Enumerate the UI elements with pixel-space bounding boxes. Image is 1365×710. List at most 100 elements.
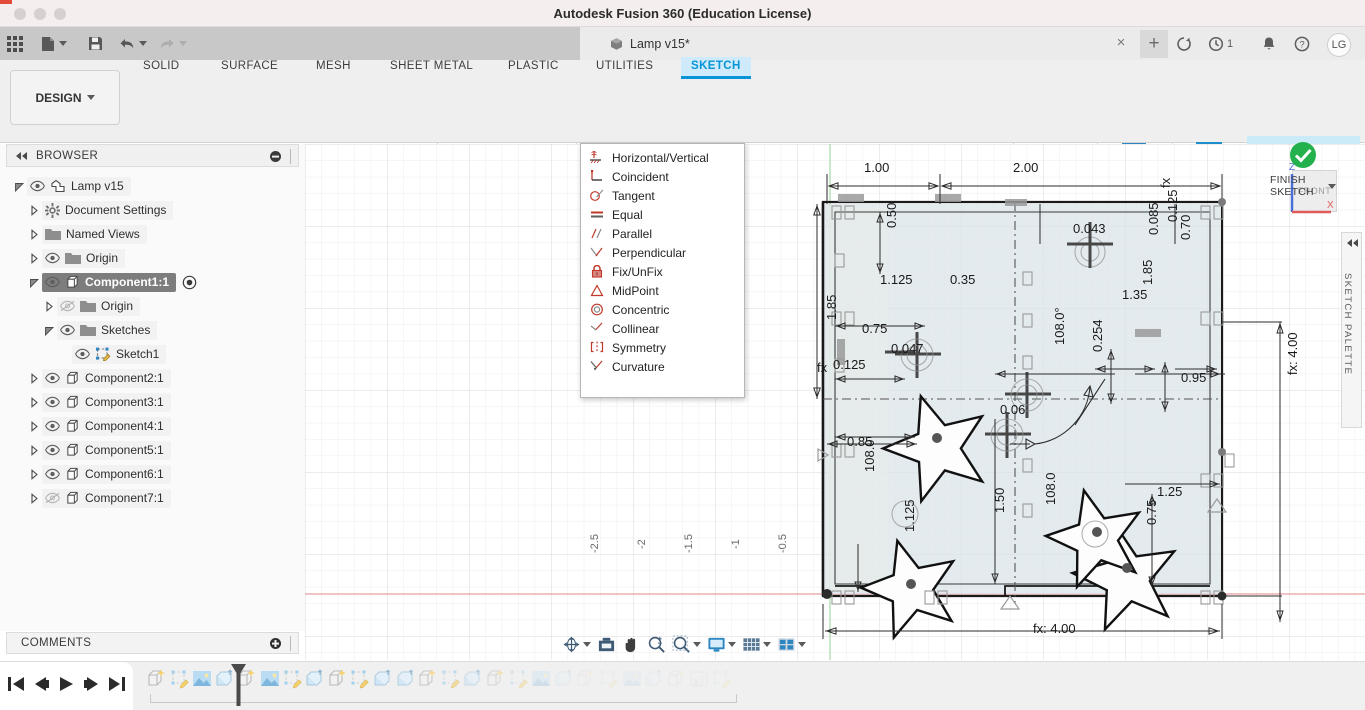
dimension-value[interactable]: 2.00 — [1013, 160, 1038, 175]
timeline-feature-extrude[interactable] — [304, 668, 328, 692]
constraints-dropdown-menu[interactable]: Horizontal/Vertical Coincident Tangent Equa… — [580, 143, 745, 398]
browser-item-component7-1[interactable]: Component7:1 — [0, 486, 305, 510]
comments-resize-handle[interactable] — [290, 636, 291, 651]
visibility-eye-icon[interactable] — [45, 276, 60, 288]
menu-item-curvature[interactable]: Curvature — [581, 357, 744, 376]
collapse-arrow-icon[interactable] — [29, 277, 42, 288]
activate-component-icon[interactable] — [182, 275, 197, 290]
comments-panel[interactable]: COMMENTS — [6, 632, 299, 654]
menu-item-symmetry[interactable]: Symmetry — [581, 338, 744, 357]
visibility-eye-icon[interactable] — [75, 348, 90, 360]
browser-item-hitbox[interactable]: Component2:1 — [42, 368, 171, 388]
timeline-feature-canvas-image[interactable] — [191, 668, 215, 692]
timeline-feature-sketch-edit[interactable] — [440, 668, 464, 692]
dimension-value[interactable]: 0.043 — [1073, 221, 1106, 236]
browser-item-component1-1[interactable]: Component1:1 — [0, 270, 305, 294]
help-icon[interactable]: ? — [1294, 33, 1310, 55]
browser-item-named-views[interactable]: Named Views — [0, 222, 305, 246]
timeline-feature-extrude[interactable] — [553, 668, 577, 692]
dimension-value[interactable]: 108.0° — [1052, 307, 1067, 345]
dimension-value[interactable]: 108.0 — [862, 439, 877, 472]
browser-item-component6-1[interactable]: Component6:1 — [0, 462, 305, 486]
browser-item-sketches[interactable]: Sketches — [0, 318, 305, 342]
dimension-value[interactable]: 1.35 — [1122, 287, 1147, 302]
browser-item-hitbox[interactable]: Component1:1 — [42, 272, 176, 292]
dimension-value[interactable]: 0.125 — [833, 357, 866, 372]
timeline-feature-sketch-edit[interactable] — [169, 668, 193, 692]
timeline-feature-sketch-edit[interactable] — [598, 668, 622, 692]
expand-arrow-icon[interactable] — [29, 252, 42, 264]
timeline-feature-extrude[interactable] — [372, 668, 396, 692]
visibility-eye-icon[interactable] — [45, 396, 60, 408]
expand-arrow-icon[interactable] — [29, 444, 42, 456]
dimension-value[interactable]: fx — [817, 360, 827, 375]
finish-sketch-button[interactable]: FINISH SKETCH — [1270, 140, 1336, 198]
browser-resize-handle[interactable] — [290, 149, 291, 164]
dimension-value[interactable]: 1.125 — [880, 272, 913, 287]
notification-icon[interactable] — [1262, 33, 1276, 55]
browser-item-origin[interactable]: Origin — [0, 246, 305, 270]
browser-item-hitbox[interactable]: Component6:1 — [42, 464, 171, 484]
sketch-canvas[interactable]: -2.5 -2 -1.5 -1 -0.5 — [305, 144, 1365, 660]
jump-start-icon[interactable] — [8, 676, 25, 697]
display-settings-icon[interactable] — [705, 634, 738, 656]
menu-item-equal[interactable]: Equal — [581, 205, 744, 224]
tab-surface[interactable]: SURFACE — [221, 60, 278, 82]
tab-mesh[interactable]: MESH — [316, 60, 351, 82]
visibility-eye-icon[interactable] — [45, 372, 60, 384]
browser-item-hitbox[interactable]: Component4:1 — [42, 416, 171, 436]
grid-snaps-icon[interactable] — [740, 634, 773, 656]
menu-item-horizontal-vertical[interactable]: Horizontal/Vertical — [581, 148, 744, 167]
browser-item-component5-1[interactable]: Component5:1 — [0, 438, 305, 462]
dimension-value[interactable]: 1.25 — [1157, 484, 1182, 499]
undo-icon[interactable] — [116, 31, 150, 56]
tab-solid[interactable]: SOLID — [143, 60, 180, 82]
timeline-feature-component[interactable] — [417, 668, 441, 692]
browser-item-hitbox[interactable]: Origin — [57, 296, 141, 316]
workspace-selector[interactable]: DESIGN — [10, 70, 120, 125]
timeline-feature-canvas-image[interactable] — [259, 668, 283, 692]
timeline-feature-extrude[interactable] — [395, 668, 419, 692]
browser-item-hitbox[interactable]: Component5:1 — [42, 440, 171, 460]
step-back-icon[interactable] — [33, 676, 50, 697]
timeline-feature-component[interactable] — [146, 668, 170, 692]
dimension-value[interactable]: 0.75 — [1144, 500, 1159, 525]
collapse-arrow-icon[interactable] — [14, 181, 27, 192]
browser-item-hitbox[interactable]: Origin — [42, 248, 126, 268]
expand-arrow-icon[interactable] — [29, 228, 42, 240]
dimension-value[interactable]: 0.75 — [862, 321, 887, 336]
visibility-eye-off-icon[interactable] — [45, 492, 60, 504]
timeline-feature-joint[interactable] — [688, 668, 712, 692]
visibility-eye-icon[interactable] — [60, 324, 75, 336]
dimension-value[interactable]: 1.125 — [902, 499, 917, 532]
dimension-value[interactable]: 0.70 — [1178, 215, 1193, 240]
play-icon[interactable] — [58, 676, 75, 697]
app-grid-icon[interactable] — [7, 36, 24, 52]
browser-item-hitbox[interactable]: Sketch1 — [72, 344, 167, 364]
visibility-eye-icon[interactable] — [45, 420, 60, 432]
browser-item-sketch1[interactable]: Sketch1 — [0, 342, 305, 366]
menu-item-collinear[interactable]: Collinear — [581, 319, 744, 338]
visibility-eye-icon[interactable] — [45, 252, 60, 264]
step-forward-icon[interactable] — [83, 676, 100, 697]
browser-item-hitbox[interactable]: Named Views — [42, 224, 147, 244]
dimension-value[interactable]: 0.254 — [1090, 319, 1105, 352]
visibility-eye-icon[interactable] — [45, 468, 60, 480]
timeline-feature-sketch-edit[interactable] — [349, 668, 373, 692]
browser-item-component3-1[interactable]: Component3:1 — [0, 390, 305, 414]
browser-item-hitbox[interactable]: Component7:1 — [42, 488, 171, 508]
new-file-icon[interactable] — [38, 31, 70, 56]
visibility-eye-icon[interactable] — [30, 180, 45, 192]
timeline-feature-sketch-edit[interactable] — [282, 668, 306, 692]
user-avatar[interactable]: LG — [1327, 33, 1351, 57]
tab-sheet-metal[interactable]: SHEET METAL — [390, 60, 473, 82]
dimension-value[interactable]: 1.85 — [1140, 260, 1155, 285]
menu-item-concentric[interactable]: Concentric — [581, 300, 744, 319]
navigation-bar[interactable] — [560, 632, 806, 657]
dimension-value[interactable]: 0.06 — [1000, 402, 1025, 417]
sketch-palette-tab[interactable]: SKETCH PALETTE — [1341, 232, 1362, 428]
dimension-value[interactable]: 0.50 — [884, 203, 899, 228]
dimension-value[interactable]: 1.50 — [992, 488, 1007, 513]
menu-item-parallel[interactable]: Parallel — [581, 224, 744, 243]
expand-arrow-icon[interactable] — [44, 300, 57, 312]
